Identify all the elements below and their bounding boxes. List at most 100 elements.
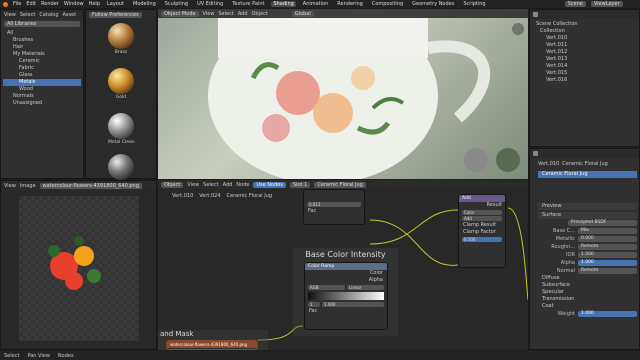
menu-select[interactable]: Select (20, 12, 35, 18)
metallic-label: Metallic (555, 236, 575, 242)
specular-subsection[interactable]: Specular (538, 289, 637, 296)
asset-gold[interactable]: Gold (108, 68, 134, 100)
viewport-nav-gizmo[interactable] (512, 23, 524, 35)
alpha-field[interactable]: 1.000 (578, 260, 637, 266)
catalog-wood[interactable]: Wood (3, 86, 81, 93)
library-dropdown[interactable]: Follow Preferences (89, 11, 142, 18)
clamp-factor-checkbox[interactable]: Clamp Factor (459, 229, 505, 236)
color-ramp-gradient[interactable] (308, 292, 384, 300)
normal-field[interactable]: Remote (578, 268, 637, 274)
colorramp-node[interactable]: Color Ramp Color Alpha RGB Linear 1 1.00… (304, 262, 388, 330)
menu-help[interactable]: Help (89, 1, 100, 7)
colorramp-top-node[interactable]: 0.613 Fac (303, 189, 365, 225)
metallic-field[interactable]: 0.000 (578, 236, 637, 242)
menu-view[interactable]: View (203, 11, 215, 17)
catalog-metals[interactable]: Metals (3, 79, 81, 86)
base-color-field[interactable]: Mix (578, 228, 637, 234)
all-libraries-dropdown[interactable]: All Libraries (4, 21, 80, 27)
position-field[interactable]: 1.000 (322, 302, 384, 307)
tab-compositing[interactable]: Compositing (370, 1, 405, 7)
color-mode-dropdown[interactable]: RGB (308, 285, 345, 290)
outliner-item[interactable]: Vert.010 (532, 35, 638, 42)
catalog-all[interactable]: All (3, 30, 81, 37)
outliner-item[interactable]: Vert.015 (532, 70, 638, 77)
tab-layout[interactable]: Layout (105, 1, 126, 7)
outliner-item[interactable]: Vert.012 (532, 49, 638, 56)
catalog-hair[interactable]: Hair (3, 44, 81, 51)
tab-animation[interactable]: Animation (301, 1, 331, 7)
scene-selector[interactable]: Scene (564, 1, 586, 7)
tab-sculpting[interactable]: Sculpting (163, 1, 190, 7)
asset-label: Gold (115, 95, 127, 100)
factor-field[interactable]: 0.500 (462, 237, 502, 242)
menu-image[interactable]: Image (20, 183, 36, 189)
asset-grid-panel: Follow Preferences Brass Gold Metal Clea… (85, 9, 157, 180)
weight-field[interactable]: 1.000 (578, 311, 637, 317)
clamp-result-checkbox[interactable]: Clamp Result (459, 222, 505, 229)
tab-shading[interactable]: Shading (271, 1, 296, 7)
tab-texture-paint[interactable]: Texture Paint (230, 1, 266, 7)
weight-label: Weight (557, 311, 575, 317)
material-slot-item[interactable]: Ceramic Floral Jug (538, 171, 637, 178)
ior-field[interactable]: 1.500 (578, 252, 637, 258)
tab-uv-editing[interactable]: UV Editing (195, 1, 225, 7)
outliner-item[interactable]: Vert.014 (532, 63, 638, 70)
diffuse-subsection[interactable]: Diffuse (538, 275, 637, 282)
tab-modeling[interactable]: Modeling (131, 1, 158, 7)
mix-add-node[interactable]: Add Result Color Add Clamp Result Clamp … (458, 194, 506, 268)
3d-viewport[interactable]: Object Mode View Select Add Object Globa… (158, 9, 528, 179)
menu-view[interactable]: View (4, 12, 16, 18)
asset-metal[interactable] (108, 154, 134, 180)
node-editor-panel[interactable]: Object View Select Add Node Use Nodes Sl… (158, 180, 528, 350)
orientation-dropdown[interactable]: Global (291, 10, 314, 17)
outliner-item[interactable]: Collection (532, 28, 638, 35)
transmission-subsection[interactable]: Transmission (538, 296, 637, 303)
image-texture-node[interactable]: watercolour-flowers-4391800_640.png (166, 340, 258, 350)
image-canvas[interactable] (19, 196, 139, 341)
outliner-item[interactable]: Vert.011 (532, 42, 638, 49)
outliner-scene-collection[interactable]: Scene Collection (532, 21, 638, 28)
mode-dropdown[interactable]: Object Mode (161, 10, 199, 17)
stop-index-field[interactable]: 1 (308, 302, 320, 307)
fac-input-label: Fac (309, 308, 318, 314)
coat-subsection[interactable]: Coat (538, 303, 637, 310)
asset-metal-clean[interactable]: Metal Clean (108, 113, 135, 145)
catalog-glass[interactable]: Glass (3, 72, 81, 79)
viewlayer-selector[interactable]: ViewLayer (590, 1, 623, 7)
menu-asset[interactable]: Asset (63, 12, 77, 18)
menu-select[interactable]: Select (218, 11, 233, 17)
tab-rendering[interactable]: Rendering (335, 1, 365, 7)
menu-edit[interactable]: Edit (26, 1, 36, 7)
catalog-fabric[interactable]: Fabric (3, 65, 81, 72)
catalog-my-materials[interactable]: My Materials (3, 51, 81, 58)
catalog-ceramic[interactable]: Ceramic (3, 58, 81, 65)
menu-view[interactable]: View (4, 183, 16, 189)
data-type-dropdown[interactable]: Color (462, 210, 502, 215)
catalog-unassigned[interactable]: Unassigned (3, 100, 81, 107)
outliner-item[interactable]: Vert.013 (532, 56, 638, 63)
frame-title: Base Color Intensity (305, 250, 386, 259)
outliner-item[interactable]: Vert.016 (532, 77, 638, 84)
stop-index[interactable]: 0.613 (307, 202, 361, 207)
menu-object[interactable]: Object (252, 11, 268, 17)
menu-catalog[interactable]: Catalog (39, 12, 58, 18)
asset-brass[interactable]: Brass (108, 23, 134, 55)
blender-logo-icon[interactable] (3, 1, 8, 7)
surface-section[interactable]: Surface (538, 212, 637, 219)
catalog-brushes[interactable]: Brushes (3, 37, 81, 44)
image-selector[interactable]: watercolour-flowers-4391800_640.png (39, 182, 142, 189)
normal-label: Normal (556, 268, 575, 274)
surface-shader-field[interactable]: Principled BSDF (568, 220, 637, 226)
subsurface-subsection[interactable]: Subsurface (538, 282, 637, 289)
roughness-field[interactable]: Remote (578, 244, 637, 250)
menu-add[interactable]: Add (238, 11, 248, 17)
blend-mode-dropdown[interactable]: Add (462, 216, 502, 221)
menu-window[interactable]: Window (64, 1, 84, 7)
tab-scripting[interactable]: Scripting (461, 1, 487, 7)
menu-file[interactable]: File (13, 1, 21, 7)
menu-render[interactable]: Render (41, 1, 59, 7)
tab-geometry-nodes[interactable]: Geometry Nodes (410, 1, 456, 7)
catalog-normals[interactable]: Normals (3, 93, 81, 100)
interpolation-dropdown[interactable]: Linear (347, 285, 384, 290)
preview-section[interactable]: Preview (538, 203, 637, 210)
